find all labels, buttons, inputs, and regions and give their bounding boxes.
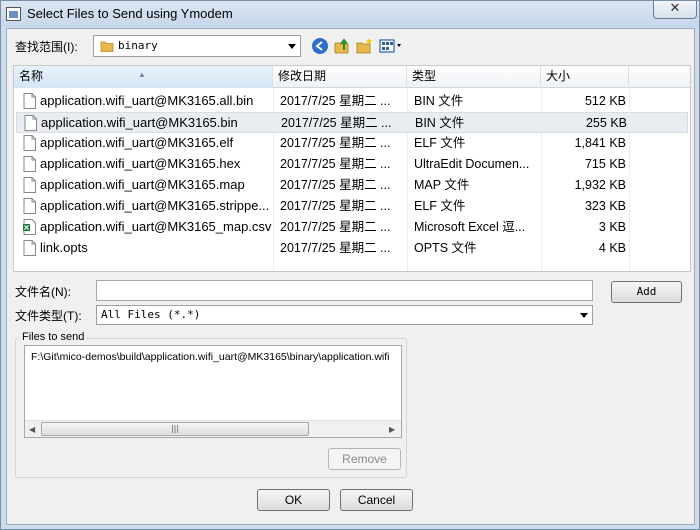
filetype-combo[interactable]: All Files (*.*): [96, 305, 593, 325]
file-icon: [23, 177, 36, 193]
files-to-send-list[interactable]: F:\Git\mico-demos\build\application.wifi…: [24, 345, 402, 438]
date-cell: 2017/7/25 星期二 ...: [280, 157, 391, 171]
up-folder-icon[interactable]: [333, 37, 351, 55]
file-icon: [23, 135, 36, 151]
lookin-label: 查找范围(I):: [15, 40, 78, 54]
new-folder-icon[interactable]: [355, 37, 373, 55]
header-type[interactable]: 类型: [407, 66, 541, 88]
file-name-cell: application.wifi_uart@MK3165.elf: [40, 135, 234, 150]
date-cell: 2017/7/25 星期二 ...: [280, 199, 391, 213]
ok-button[interactable]: OK: [257, 489, 330, 511]
scrollbar-thumb[interactable]: |||: [41, 422, 309, 436]
table-row[interactable]: application.wifi_uart@MK3165.strippe... 2…: [16, 196, 688, 217]
type-cell: Microsoft Excel 逗...: [414, 220, 526, 234]
filename-label: 文件名(N):: [15, 285, 71, 299]
header-name-label: 名称: [19, 69, 44, 83]
list-header: ▲ 名称 修改日期 类型 大小: [14, 66, 690, 88]
date-cell: 2017/7/25 星期二 ...: [281, 116, 392, 130]
header-name[interactable]: ▲ 名称: [14, 66, 273, 88]
date-cell: 2017/7/25 星期二 ...: [280, 94, 391, 108]
size-cell: 1,932 KB: [574, 178, 626, 192]
remove-button[interactable]: Remove: [328, 448, 401, 470]
header-date[interactable]: 修改日期: [273, 66, 407, 88]
file-name-cell: application.wifi_uart@MK3165.hex: [40, 156, 241, 171]
app-icon: [6, 7, 21, 21]
file-icon: [23, 156, 36, 172]
file-icon: [24, 115, 37, 131]
sort-up-icon: ▲: [138, 70, 146, 79]
size-cell: 1,841 KB: [574, 136, 626, 150]
filetype-label: 文件类型(T):: [15, 309, 82, 323]
table-row[interactable]: application.wifi_uart@MK3165.all.bin 2017…: [16, 91, 688, 112]
filename-input[interactable]: [96, 280, 593, 301]
file-name-cell: application.wifi_uart@MK3165.map: [40, 177, 245, 192]
size-cell: 512 KB: [584, 94, 626, 108]
table-row[interactable]: application.wifi_uart@MK3165.elf 2017/7/2…: [16, 133, 688, 154]
chevron-down-icon[interactable]: [288, 44, 296, 49]
table-row[interactable]: application.wifi_uart@MK3165.hex 2017/7/2…: [16, 154, 688, 175]
files-to-send-title: Files to send: [20, 331, 87, 343]
header-size[interactable]: 大小: [541, 66, 629, 88]
folder-icon: [100, 41, 114, 52]
lookin-combo[interactable]: binary: [93, 35, 301, 57]
dialog-client: 查找范围(I): binary ▲ 名称 修改日期 类型 大小 applicat…: [6, 28, 695, 525]
size-cell: 715 KB: [584, 157, 626, 171]
date-cell: 2017/7/25 星期二 ...: [280, 136, 391, 150]
window-title: Select Files to Send using Ymodem: [27, 6, 233, 21]
file-icon: [23, 240, 36, 256]
table-row[interactable]: application.wifi_uart@MK3165.bin 2017/7/2…: [16, 112, 688, 133]
filetype-value: All Files (*.*): [101, 308, 201, 321]
dialog-window: Select Files to Send using Ymodem ✕ 查找范围…: [0, 0, 700, 530]
back-icon[interactable]: [311, 37, 329, 55]
close-button[interactable]: ✕: [653, 1, 697, 19]
type-cell: BIN 文件: [415, 116, 465, 130]
type-cell: BIN 文件: [414, 94, 464, 108]
file-icon: [23, 93, 36, 109]
size-cell: 3 KB: [598, 220, 626, 234]
file-name-cell: application.wifi_uart@MK3165.all.bin: [40, 93, 254, 108]
size-cell: 4 KB: [598, 241, 626, 255]
file-name-cell: application.wifi_uart@MK3165_map.csv: [40, 219, 272, 234]
file-icon: [23, 198, 36, 214]
file-name-cell: link.opts: [40, 240, 88, 255]
table-row[interactable]: application.wifi_uart@MK3165_map.csv 2017…: [16, 217, 688, 238]
table-row[interactable]: link.opts 2017/7/25 星期二 ... OPTS 文件 4 KB: [16, 238, 688, 259]
type-cell: ELF 文件: [414, 199, 466, 213]
add-button[interactable]: Add: [611, 281, 682, 303]
scroll-left-icon[interactable]: ◀: [29, 425, 35, 434]
cancel-button[interactable]: Cancel: [340, 489, 413, 511]
view-menu-icon[interactable]: [379, 37, 407, 55]
table-row[interactable]: application.wifi_uart@MK3165.map 2017/7/2…: [16, 175, 688, 196]
lookin-value: binary: [118, 39, 158, 52]
type-cell: OPTS 文件: [414, 241, 477, 255]
title-bar[interactable]: Select Files to Send using Ymodem ✕: [1, 1, 699, 27]
file-name-cell: application.wifi_uart@MK3165.bin: [41, 115, 238, 130]
type-cell: UltraEdit Documen...: [414, 157, 530, 171]
type-cell: MAP 文件: [414, 178, 470, 192]
chevron-down-icon[interactable]: [580, 313, 588, 318]
list-item[interactable]: F:\Git\mico-demos\build\application.wifi…: [31, 351, 390, 363]
excel-icon: [23, 219, 36, 235]
type-cell: ELF 文件: [414, 136, 466, 150]
scroll-right-icon[interactable]: ▶: [389, 425, 395, 434]
file-name-cell: application.wifi_uart@MK3165.strippe...: [40, 198, 270, 213]
date-cell: 2017/7/25 星期二 ...: [280, 241, 391, 255]
size-cell: 323 KB: [584, 199, 626, 213]
date-cell: 2017/7/25 星期二 ...: [280, 178, 391, 192]
horizontal-scrollbar[interactable]: ◀ ||| ▶: [25, 420, 401, 437]
size-cell: 255 KB: [585, 116, 627, 130]
file-list[interactable]: ▲ 名称 修改日期 类型 大小 application.wifi_uart@MK…: [13, 65, 691, 272]
date-cell: 2017/7/25 星期二 ...: [280, 220, 391, 234]
